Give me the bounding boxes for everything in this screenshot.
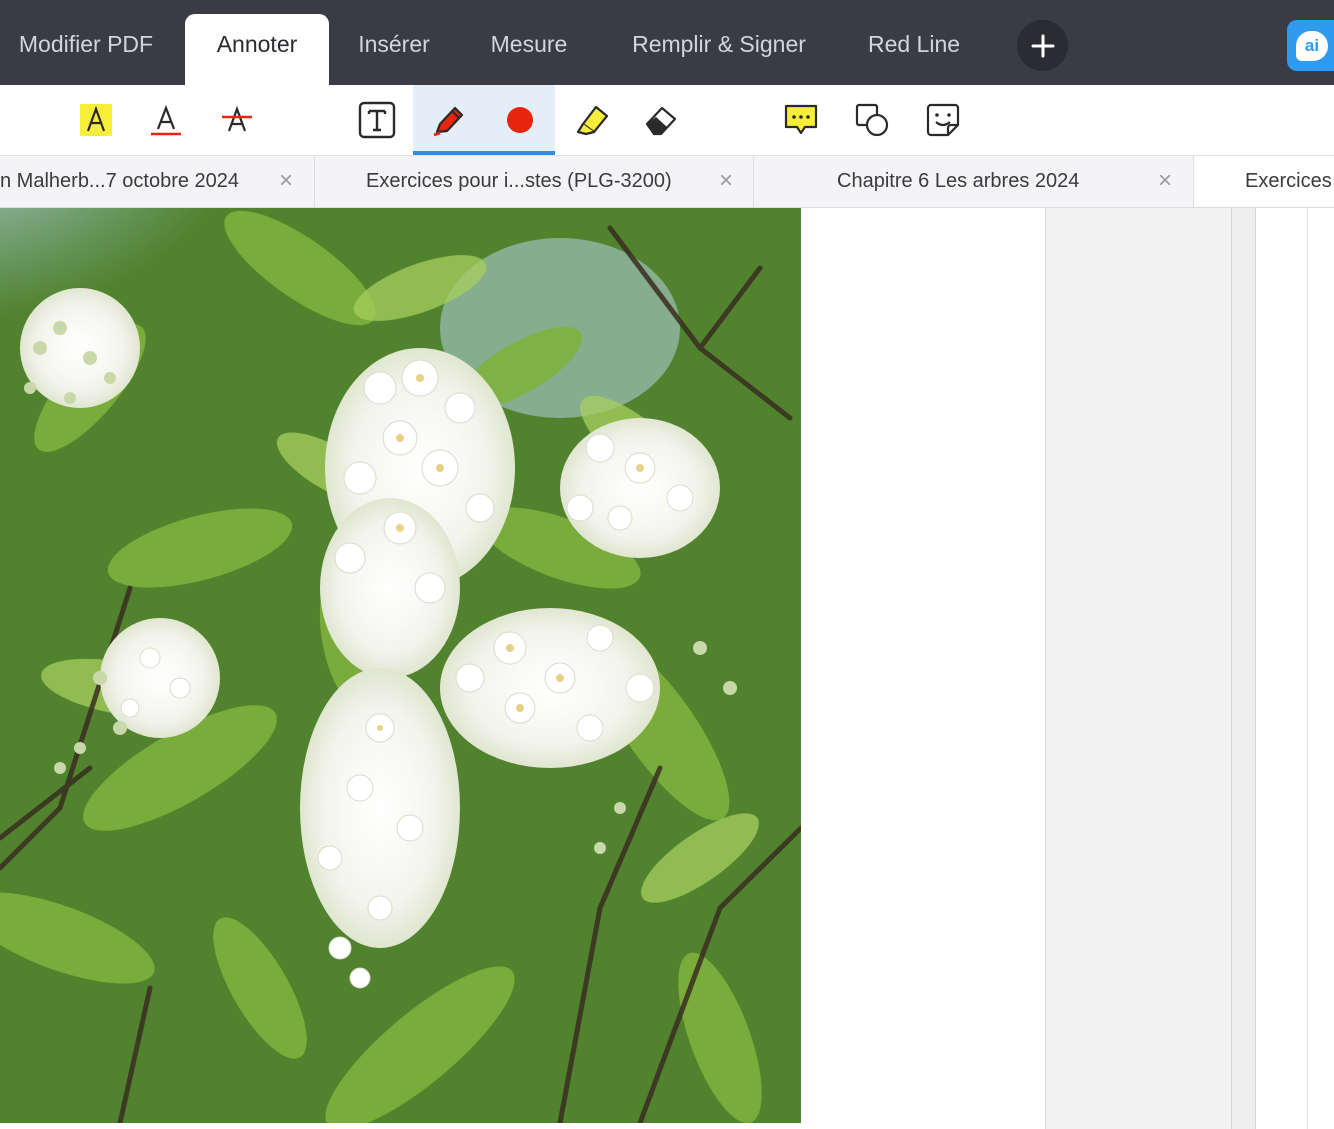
ai-icon: ai bbox=[1296, 30, 1328, 61]
comment-icon bbox=[784, 104, 818, 135]
annotation-toolbar bbox=[0, 85, 1334, 156]
document-tab-bar: n Malherb...7 octobre 2024 × Exercices p… bbox=[0, 156, 1334, 208]
eraser-icon bbox=[645, 106, 677, 136]
document-tab-title: Exercices pour i...stes (PLG-3200) bbox=[366, 170, 672, 192]
highlight-text-tool[interactable] bbox=[64, 85, 128, 155]
text-highlight-icon bbox=[80, 104, 112, 136]
document-tab-active[interactable]: Exercices bbox=[1194, 156, 1334, 207]
tab-modifier-pdf[interactable]: Modifier PDF bbox=[0, 14, 172, 85]
text-box-icon bbox=[358, 101, 396, 139]
comment-tool[interactable] bbox=[769, 85, 833, 155]
close-tab-icon[interactable]: × bbox=[1158, 167, 1172, 195]
pen-icon bbox=[433, 106, 463, 137]
sticker-tool[interactable] bbox=[911, 85, 975, 155]
plus-icon bbox=[1031, 34, 1054, 57]
ai-assistant-button[interactable]: ai bbox=[1287, 20, 1334, 71]
add-tab-button[interactable] bbox=[1017, 20, 1068, 71]
text-box-tool[interactable] bbox=[345, 85, 409, 155]
shapes-tool[interactable] bbox=[840, 85, 904, 155]
flowering-tree-image bbox=[0, 208, 801, 1123]
document-tab[interactable]: n Malherb...7 octobre 2024 × bbox=[0, 156, 315, 207]
color-dot-icon bbox=[506, 107, 533, 133]
underline-text-tool[interactable] bbox=[134, 85, 198, 155]
shapes-icon bbox=[855, 103, 889, 137]
page-gutter bbox=[1045, 208, 1231, 1129]
text-strikethrough-icon bbox=[222, 105, 252, 132]
tab-remplir-signer[interactable]: Remplir & Signer bbox=[608, 14, 830, 85]
document-viewport[interactable] bbox=[0, 208, 1334, 1129]
document-tab[interactable]: Chapitre 6 Les arbres 2024 × bbox=[754, 156, 1194, 207]
close-tab-icon[interactable]: × bbox=[719, 167, 733, 195]
document-tab-title: n Malherb...7 octobre 2024 bbox=[0, 170, 240, 192]
tab-inserer[interactable]: Insérer bbox=[340, 14, 448, 85]
sticker-icon bbox=[926, 103, 960, 137]
highlighter-icon bbox=[576, 105, 609, 136]
pen-color-button[interactable] bbox=[484, 85, 555, 155]
document-tab[interactable]: Exercices pour i...stes (PLG-3200) × bbox=[315, 156, 754, 207]
main-menu-bar: Modifier PDF Annoter Insérer Mesure Remp… bbox=[0, 0, 1334, 85]
close-tab-icon[interactable]: × bbox=[279, 167, 293, 195]
adjacent-page bbox=[1256, 208, 1308, 1129]
flower-photo[interactable] bbox=[0, 208, 801, 1123]
highlighter-tool[interactable] bbox=[560, 85, 624, 155]
tab-mesure[interactable]: Mesure bbox=[470, 14, 588, 85]
document-tab-title: Chapitre 6 Les arbres 2024 bbox=[837, 170, 1080, 192]
tab-annoter[interactable]: Annoter bbox=[185, 14, 329, 85]
tab-red-line[interactable]: Red Line bbox=[850, 14, 978, 85]
adjacent-page-edge bbox=[1231, 208, 1256, 1129]
strikethrough-text-tool[interactable] bbox=[205, 85, 269, 155]
document-tab-title: Exercices bbox=[1245, 170, 1332, 192]
eraser-tool[interactable] bbox=[629, 85, 693, 155]
pen-tool[interactable] bbox=[413, 85, 484, 155]
text-underline-icon bbox=[151, 104, 181, 136]
